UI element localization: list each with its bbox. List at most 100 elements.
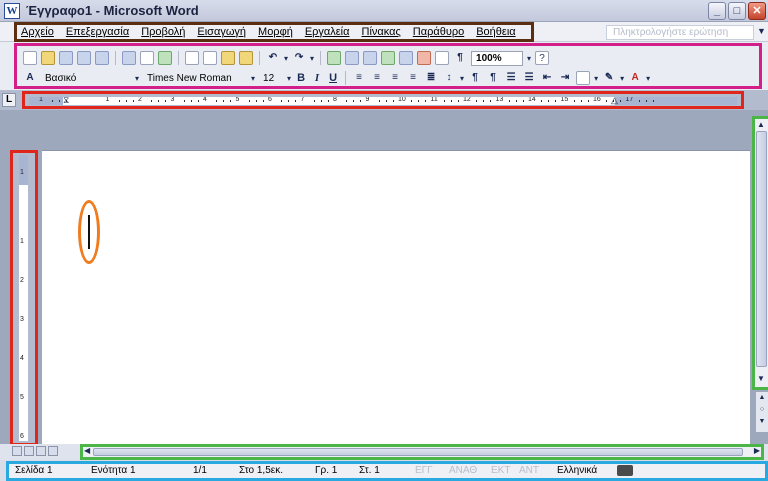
vertical-scrollbar[interactable]: ▲ ▼ bbox=[752, 116, 768, 390]
menu-file[interactable]: Αρχείο bbox=[21, 26, 54, 38]
select-browse-object-icon[interactable]: ○ bbox=[756, 404, 768, 416]
chevron-down-icon[interactable]: ▾ bbox=[594, 74, 598, 83]
zoom-select[interactable]: 100% bbox=[471, 50, 524, 66]
new-document-icon[interactable] bbox=[23, 51, 37, 65]
help-icon[interactable]: ? bbox=[535, 51, 550, 65]
maximize-button[interactable]: □ bbox=[728, 2, 746, 20]
rtl-icon[interactable]: ¶ bbox=[486, 71, 500, 85]
scroll-left-icon[interactable]: ◀ bbox=[84, 446, 90, 455]
menu-view[interactable]: Προβολή bbox=[141, 26, 185, 38]
first-line-indent-marker[interactable]: ⧖ bbox=[63, 95, 69, 106]
tab-selector[interactable]: L bbox=[2, 93, 16, 107]
ruler-tick bbox=[353, 100, 354, 102]
document-page[interactable] bbox=[42, 150, 750, 444]
status-rec[interactable]: ΕΓΓ bbox=[415, 465, 433, 476]
horizontal-scrollbar[interactable]: ◀ ▶ bbox=[80, 444, 764, 460]
copy-icon[interactable] bbox=[203, 51, 217, 65]
format-painter-icon[interactable] bbox=[239, 51, 253, 65]
chevron-down-icon[interactable]: ▾ bbox=[135, 74, 139, 83]
chevron-down-icon[interactable]: ▾ bbox=[284, 54, 288, 63]
open-folder-icon[interactable] bbox=[41, 51, 55, 65]
spelling-status-icon[interactable] bbox=[617, 465, 633, 476]
outline-view-icon[interactable] bbox=[48, 446, 58, 456]
chevron-down-icon[interactable]: ▾ bbox=[310, 54, 314, 63]
menu-edit[interactable]: Επεξεργασία bbox=[66, 26, 129, 38]
paste-icon[interactable] bbox=[221, 51, 235, 65]
minimize-button[interactable]: _ bbox=[708, 2, 726, 20]
style-select[interactable]: Βασικό bbox=[41, 71, 131, 86]
chevron-down-icon[interactable]: ▾ bbox=[527, 54, 531, 63]
font-color-icon[interactable]: A bbox=[628, 71, 642, 85]
font-size-select[interactable]: 12 bbox=[259, 71, 283, 86]
columns-icon[interactable] bbox=[399, 51, 414, 65]
web-layout-icon[interactable] bbox=[24, 446, 34, 456]
normal-view-icon[interactable] bbox=[12, 446, 22, 456]
menu-window[interactable]: Παράθυρο bbox=[413, 26, 464, 38]
hyperlink-icon[interactable] bbox=[327, 51, 342, 65]
insert-excel-icon[interactable] bbox=[381, 51, 396, 65]
email-icon[interactable] bbox=[95, 51, 109, 65]
line-spacing-icon[interactable]: ↕ bbox=[442, 71, 456, 85]
styles-icon[interactable]: A bbox=[23, 71, 37, 85]
scroll-down-icon[interactable]: ▼ bbox=[757, 374, 765, 383]
next-page-icon[interactable]: ▼ bbox=[756, 416, 768, 428]
status-ext[interactable]: ΕΚΤ bbox=[491, 465, 510, 476]
align-left-icon[interactable]: ≡ bbox=[352, 71, 366, 85]
chevron-down-icon[interactable]: ▼ bbox=[757, 26, 766, 36]
ruler-tick bbox=[183, 100, 185, 102]
bullets-icon[interactable]: ☰ bbox=[522, 71, 536, 85]
tables-borders-icon[interactable] bbox=[345, 51, 360, 65]
undo-icon[interactable]: ↶ bbox=[266, 51, 280, 65]
previous-page-icon[interactable]: ▲ bbox=[756, 392, 768, 404]
close-button[interactable]: ✕ bbox=[748, 2, 766, 20]
italic-button[interactable]: I bbox=[311, 72, 323, 84]
increase-indent-icon[interactable]: ⇥ bbox=[558, 71, 572, 85]
status-track[interactable]: ΑΝΑΘ bbox=[449, 465, 477, 476]
ask-question-input[interactable]: Πληκτρολογήστε ερώτηση bbox=[606, 25, 754, 40]
horizontal-scroll-thumb[interactable] bbox=[93, 448, 743, 456]
align-right-icon[interactable]: ≡ bbox=[388, 71, 402, 85]
cut-icon[interactable] bbox=[185, 51, 199, 65]
word-document-icon[interactable]: W bbox=[4, 3, 20, 19]
menu-help[interactable]: Βοήθεια bbox=[476, 26, 515, 38]
save-icon[interactable] bbox=[59, 51, 73, 65]
scroll-up-icon[interactable]: ▲ bbox=[757, 120, 765, 129]
print-icon[interactable] bbox=[122, 51, 136, 65]
print-layout-icon[interactable] bbox=[36, 446, 46, 456]
chevron-down-icon[interactable]: ▾ bbox=[287, 74, 291, 83]
drawing-icon[interactable] bbox=[417, 51, 432, 65]
vertical-scroll-thumb[interactable] bbox=[756, 131, 767, 367]
menu-tools[interactable]: Εργαλεία bbox=[305, 26, 350, 38]
distributed-icon[interactable]: ≣ bbox=[424, 71, 438, 85]
chevron-down-icon[interactable]: ▾ bbox=[251, 74, 255, 83]
document-map-icon[interactable] bbox=[435, 51, 450, 65]
underline-button[interactable]: U bbox=[327, 72, 339, 84]
border-icon[interactable] bbox=[576, 71, 591, 85]
numbering-icon[interactable]: ☰ bbox=[504, 71, 518, 85]
horizontal-ruler[interactable]: 1 1 2 3 4 5 6 7 8 9 10 11 12 13 14 15 16 17 ⧖ △ bbox=[22, 91, 744, 109]
spelling-icon[interactable] bbox=[158, 51, 172, 65]
chevron-down-icon[interactable]: ▾ bbox=[646, 74, 650, 83]
right-indent-marker[interactable]: △ bbox=[611, 95, 618, 106]
permission-icon[interactable] bbox=[77, 51, 91, 65]
highlight-icon[interactable]: ✎ bbox=[602, 71, 616, 85]
redo-icon[interactable]: ↷ bbox=[292, 51, 306, 65]
vertical-ruler[interactable]: 1 1 2 3 4 5 6 bbox=[10, 150, 38, 446]
menu-insert[interactable]: Εισαγωγή bbox=[197, 26, 246, 38]
chevron-down-icon[interactable]: ▾ bbox=[460, 74, 464, 83]
bold-button[interactable]: B bbox=[295, 72, 307, 84]
show-hide-icon[interactable]: ¶ bbox=[453, 51, 467, 65]
status-ovr[interactable]: ΑΝΤ bbox=[519, 465, 539, 476]
justify-icon[interactable]: ≡ bbox=[406, 71, 420, 85]
chevron-down-icon[interactable]: ▾ bbox=[620, 74, 624, 83]
ltr-icon[interactable]: ¶ bbox=[468, 71, 482, 85]
insert-table-icon[interactable] bbox=[363, 51, 378, 65]
scroll-right-icon[interactable]: ▶ bbox=[754, 446, 760, 455]
menu-format[interactable]: Μορφή bbox=[258, 26, 293, 38]
print-preview-icon[interactable] bbox=[140, 51, 154, 65]
font-select[interactable]: Times New Roman bbox=[143, 71, 247, 86]
menu-table[interactable]: Πίνακας bbox=[362, 26, 401, 38]
decrease-indent-icon[interactable]: ⇤ bbox=[540, 71, 554, 85]
ruler-tick bbox=[652, 100, 654, 102]
align-center-icon[interactable]: ≡ bbox=[370, 71, 384, 85]
